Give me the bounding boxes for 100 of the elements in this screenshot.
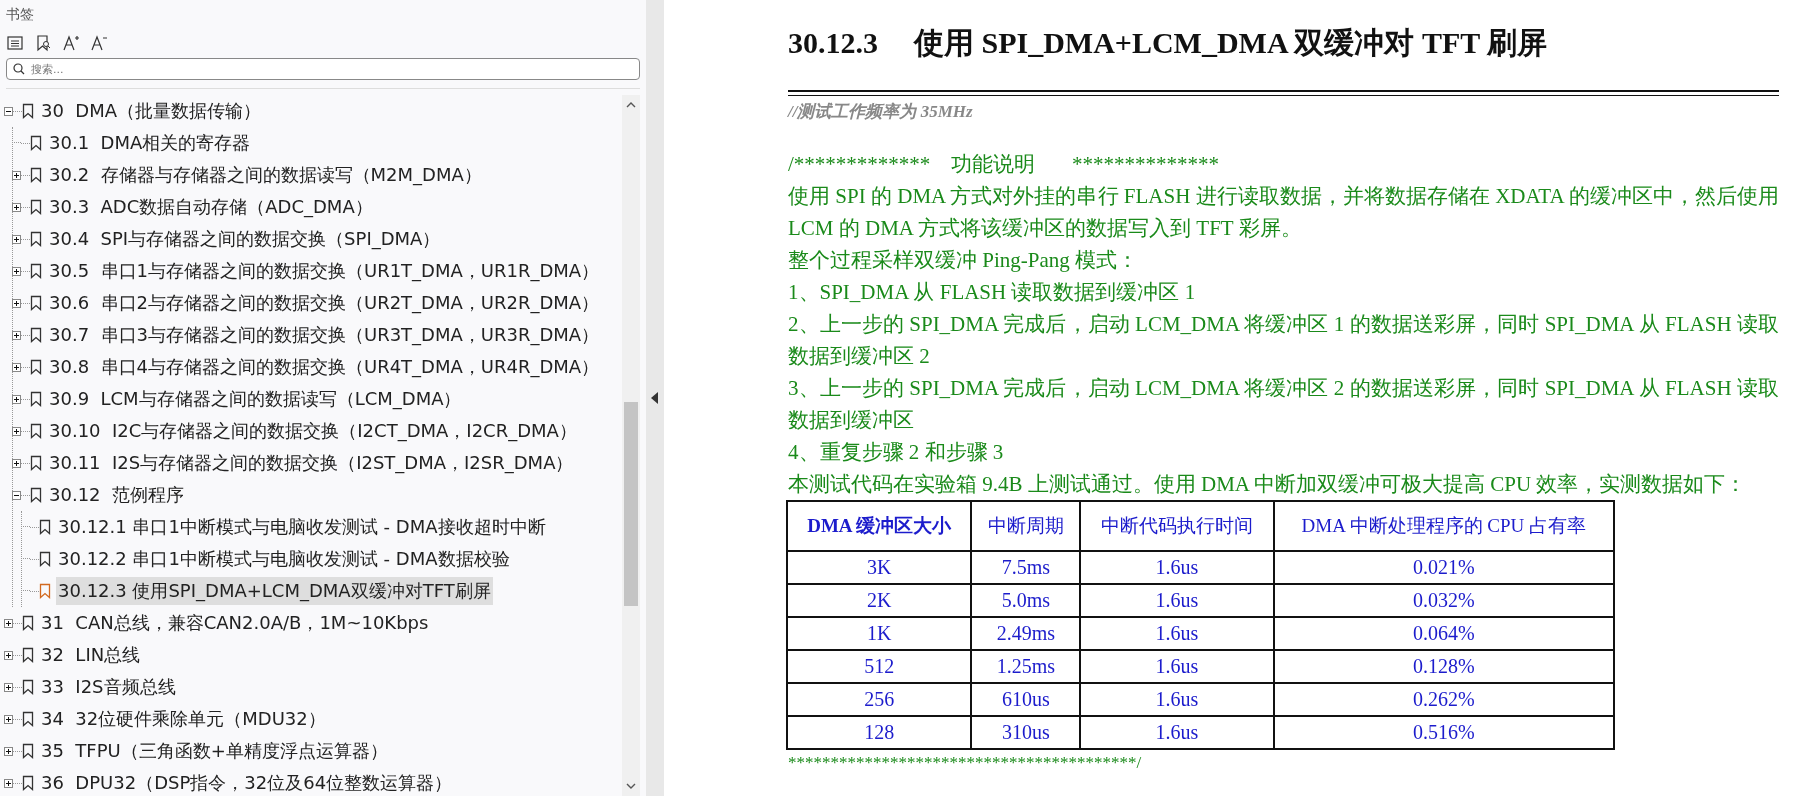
bookmark-icon (30, 295, 42, 311)
bookmark-icon (22, 711, 34, 727)
expand-icon[interactable] (4, 650, 13, 660)
paragraph: 使用 SPI 的 DMA 方式对外挂的串行 FLASH 进行读取数据，并将数据存储在 XDATA 的缓冲区中，然后使用 LCM 的 DMA 方式将该缓冲区的数据写入到 TFT 彩屏。 (788, 183, 1779, 242)
expand-icon[interactable] (4, 682, 13, 692)
bookmark-item[interactable]: 30.12.2 串口1中断模式与电脑收发测试 - DMA数据校验 (56, 545, 512, 573)
bookmark-icon (39, 519, 51, 535)
table-cell: 1.6us (1080, 650, 1274, 683)
font-decrease-icon[interactable] (90, 34, 108, 52)
table-cell: 1.6us (1080, 584, 1274, 617)
bookmark-item[interactable]: 30.3 ADC数据自动存储（ADC_DMA） (47, 193, 375, 221)
bookmark-item[interactable]: 30.6 串口2与存储器之间的数据交换（UR2T_DMA，UR2R_DMA） (47, 289, 602, 317)
bookmark-icon (30, 423, 42, 439)
bookmark-icon (30, 327, 42, 343)
bookmark-item[interactable]: 30 DMA（批量数据传输） (39, 97, 264, 125)
bookmark-item[interactable]: 36 DPU32（DSP指令，32位及64位整数运算器） (39, 769, 455, 796)
bookmark-item[interactable]: 30.11 I2S与存储器之间的数据交换（I2ST_DMA，I2SR_DMA） (47, 449, 576, 477)
collapse-icon[interactable] (4, 106, 13, 116)
heading: 使用 SPI_DMA+LCM_DMA 双缓冲对 TFT 刷屏 (914, 24, 1548, 61)
bookmark-icon (22, 103, 34, 119)
table-cell: 0.516% (1273, 716, 1614, 749)
search-input[interactable]: 搜索... (31, 62, 633, 76)
column-header: DMA 中断处理程序的 CPU 占有率 (1273, 501, 1614, 551)
table-cell: 2K (787, 584, 972, 617)
bookmark-item[interactable]: 30.12.1 串口1中断模式与电脑收发测试 - DMA接收超时中断 (56, 513, 548, 541)
bookmark-item[interactable]: 34 32位硬件乘除单元（MDU32） (39, 705, 328, 733)
bookmark-search-icon[interactable] (34, 34, 52, 52)
expand-icon[interactable] (12, 202, 21, 212)
bookmark-item[interactable]: 30.9 LCM与存储器之间的数据读写（LCM_DMA） (47, 385, 464, 413)
table-cell: 128 (787, 716, 972, 749)
bookmark-icon (30, 359, 42, 375)
expand-icon[interactable] (4, 714, 13, 724)
table-cell: 0.032% (1273, 584, 1614, 617)
expand-icon[interactable] (4, 778, 13, 788)
expand-icon[interactable] (12, 170, 21, 180)
bookmark-item[interactable]: 30.2 存储器与存储器之间的数据读写（M2M_DMA） (47, 161, 484, 189)
bookmark-icon (30, 199, 42, 215)
bookmark-icon (30, 167, 42, 183)
paragraph: 2、上一步的 SPI_DMA 完成后，启动 LCM_DMA 将缓冲区 1 的数据送彩屏，同时 SPI_DMA 从 FLASH 读取数据到缓冲区 2 (788, 311, 1779, 370)
bookmark-icon (22, 743, 34, 759)
expand-icon[interactable] (12, 298, 21, 308)
table-cell: 610us (971, 683, 1081, 716)
expand-icon[interactable] (12, 234, 21, 244)
expand-icon[interactable] (12, 266, 21, 276)
table-cell: 0.128% (1273, 650, 1614, 683)
font-increase-icon[interactable] (62, 34, 80, 52)
bookmark-icon (30, 487, 42, 503)
paragraph: 4、重复步骤 2 和步骤 3 (788, 439, 1005, 466)
bookmark-icon (22, 615, 34, 631)
bookmark-item[interactable]: 30.5 串口1与存储器之间的数据交换（UR1T_DMA，UR1R_DMA） (47, 257, 602, 285)
expand-icon[interactable] (12, 362, 21, 372)
table-cell: 0.064% (1273, 617, 1614, 650)
expand-icon[interactable] (4, 618, 13, 628)
expand-icon[interactable] (12, 458, 21, 468)
expand-icon[interactable] (12, 426, 21, 436)
bookmark-icon (30, 263, 42, 279)
bookmark-item[interactable]: 30.8 串口4与存储器之间的数据交换（UR4T_DMA，UR4R_DMA） (47, 353, 602, 381)
scroll-down-icon[interactable] (626, 782, 636, 790)
list-icon[interactable] (6, 34, 24, 52)
scroll-up-icon[interactable] (626, 101, 636, 109)
bookmark-item[interactable]: 30.7 串口3与存储器之间的数据交换（UR3T_DMA，UR3R_DMA） (47, 321, 602, 349)
bookmark-icon (22, 679, 34, 695)
column-header: 中断代码执行时间 (1080, 501, 1274, 551)
table-cell: 1.6us (1080, 683, 1274, 716)
scrollbar[interactable] (622, 95, 640, 796)
collapse-panel-icon[interactable] (651, 392, 659, 404)
column-header: 中断周期 (971, 501, 1081, 551)
bookmark-icon (30, 231, 42, 247)
expand-icon[interactable] (12, 394, 21, 404)
bookmark-item[interactable]: 35 TFPU（三角函数+单精度浮点运算器） (39, 737, 390, 765)
table-cell: 310us (971, 716, 1081, 749)
bookmark-item[interactable]: 30.12 范例程序 (47, 481, 186, 509)
bookmark-icon (30, 391, 42, 407)
paragraph: 整个过程采样双缓冲 Ping-Pang 模式： (788, 247, 1139, 274)
table-cell: 3K (787, 551, 972, 584)
bookmark-icon (30, 135, 42, 151)
paragraph: 1、SPI_DMA 从 FLASH 读取数据到缓冲区 1 (788, 279, 1197, 306)
table-cell: 512 (787, 650, 972, 683)
bookmark-icon (30, 455, 42, 471)
table-cell: 1.6us (1080, 716, 1274, 749)
bookmark-item[interactable]: 30.12.3 使用SPI_DMA+LCM_DMA双缓冲对TFT刷屏 (56, 577, 493, 605)
table-cell: 1K (787, 617, 972, 650)
expand-icon[interactable] (12, 330, 21, 340)
search-field[interactable]: 搜索... (6, 58, 640, 80)
bookmark-icon (39, 583, 51, 599)
panel-title: 书签 (5, 5, 35, 24)
comment-end: *****************************************/ (788, 752, 1143, 774)
bookmark-item[interactable]: 30.4 SPI与存储器之间的数据交换（SPI_DMA） (47, 225, 443, 253)
scroll-thumb[interactable] (624, 402, 638, 606)
table-cell: 5.0ms (971, 584, 1081, 617)
bookmark-item[interactable]: 30.1 DMA相关的寄存器 (47, 129, 253, 157)
bookmark-item[interactable]: 33 I2S音频总线 (39, 673, 178, 701)
bookmark-item[interactable]: 30.10 I2C与存储器之间的数据交换（I2CT_DMA，I2CR_DMA） (47, 417, 579, 445)
bookmark-icon (22, 775, 34, 791)
bookmark-item[interactable]: 32 LIN总线 (39, 641, 143, 669)
table-cell: 0.021% (1273, 551, 1614, 584)
expand-icon[interactable] (4, 746, 13, 756)
bookmark-item[interactable]: 31 CAN总线，兼容CAN2.0A/B，1M~10Kbps (39, 609, 431, 637)
column-header: DMA 缓冲区大小 (787, 501, 972, 551)
collapse-icon[interactable] (12, 490, 21, 500)
